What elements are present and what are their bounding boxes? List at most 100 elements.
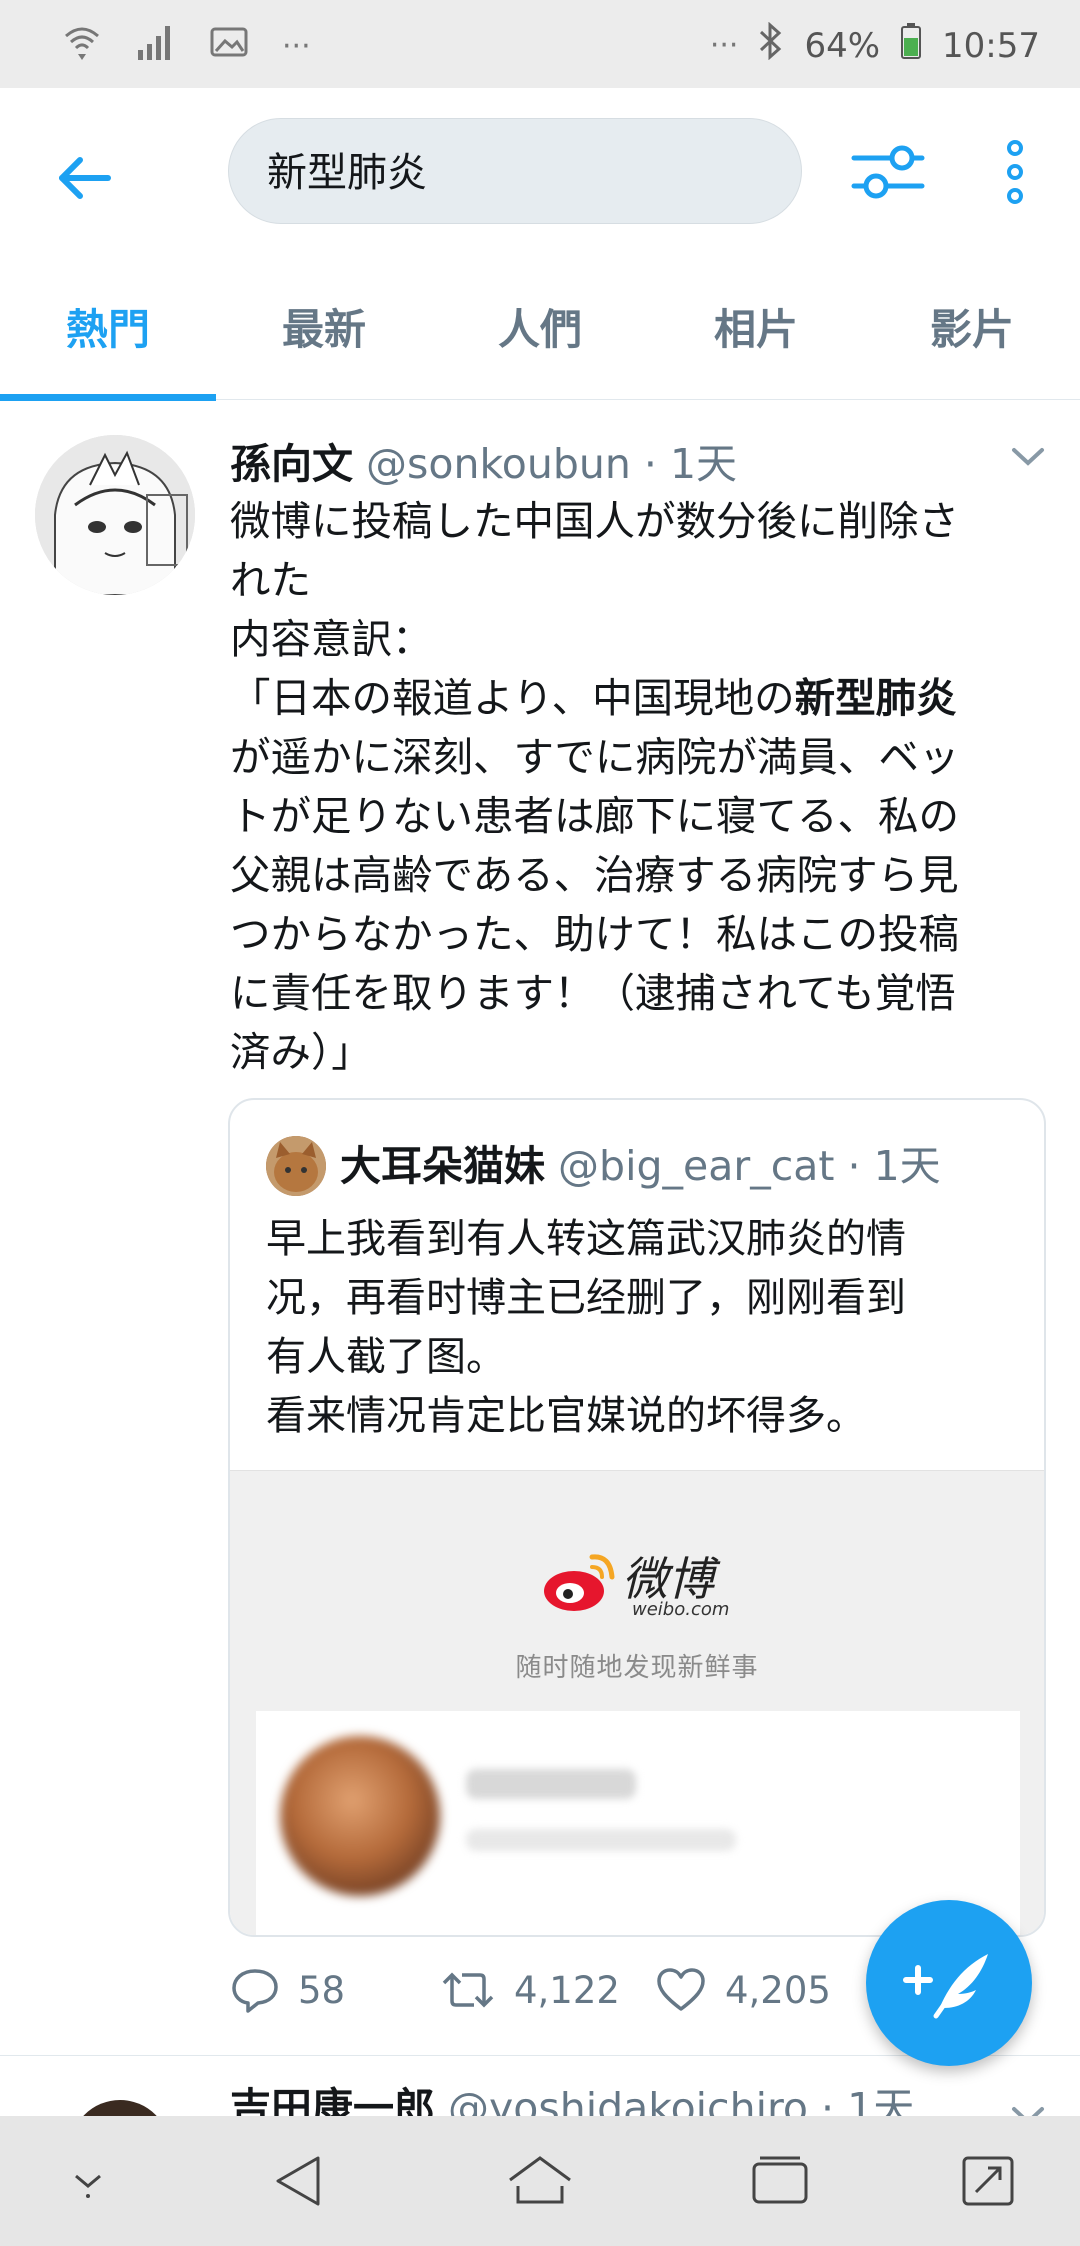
- battery-icon: [900, 22, 922, 69]
- more-dots-icon: ···: [282, 29, 311, 64]
- author-handle[interactable]: @sonkoubun: [366, 440, 631, 488]
- signal-icon: [136, 22, 176, 71]
- search-field[interactable]: [228, 118, 802, 224]
- compose-quill-icon: [903, 1954, 988, 2019]
- tab-photos[interactable]: 相片: [648, 253, 864, 399]
- search-filter-button[interactable]: [850, 138, 930, 208]
- like-button[interactable]: 4,205: [655, 1965, 831, 2015]
- tweet-line-text: 「日本の報道より、中国現地の: [230, 674, 795, 722]
- tab-label: 熱門: [65, 304, 150, 354]
- status-bar: ··· ··· 64% 10:57: [0, 0, 1080, 88]
- chevron-down-icon: [1012, 448, 1044, 466]
- heart-icon: [657, 1968, 705, 2011]
- hide-nav-button[interactable]: [48, 2146, 128, 2216]
- quoted-line: 有人截了图。: [266, 1334, 506, 1380]
- screen-rotate-button[interactable]: [948, 2146, 1028, 2216]
- quoted-text: 早上我看到有人转这篇武汉肺炎的情 况，再看时博主已经删了，刚刚看到 有人截了图。…: [266, 1210, 1026, 1446]
- quoted-media[interactable]: 微博 weibo.com 随时随地发现新鲜事: [230, 1470, 1044, 1935]
- weibo-eye-icon: [544, 1554, 615, 1611]
- chevron-down-icon[interactable]: [1010, 2104, 1046, 2116]
- search-input[interactable]: [265, 145, 749, 193]
- quoted-tweet[interactable]: 大耳朵猫妹 @big_ear_cat · 1天 早上我看到有人转这篇武汉肺炎的情…: [228, 1098, 1046, 1937]
- separator: ·: [847, 1142, 861, 1190]
- tab-label: 人們: [497, 304, 582, 354]
- blurred-username: [466, 1769, 636, 1799]
- tweet-line: 済み）」: [230, 1028, 372, 1076]
- arrow-left-icon: [59, 157, 111, 199]
- battery-percent: 64%: [804, 25, 881, 66]
- retweet-button[interactable]: 4,122: [440, 1965, 620, 2015]
- tab-latest[interactable]: 最新: [216, 253, 432, 399]
- system-nav-bar: [0, 2116, 1080, 2246]
- tweet-time: 1天: [847, 2084, 915, 2116]
- back-button[interactable]: [50, 143, 120, 213]
- tweet-line: 「日本の報道より、中国現地の新型肺炎: [230, 669, 1050, 728]
- quoted-time: 1天: [873, 1142, 941, 1190]
- tweet-line: 内容意訳：: [230, 615, 433, 663]
- cat-avatar-icon: [266, 1136, 326, 1196]
- app-bar: [0, 88, 1080, 253]
- tab-label: 最新: [281, 304, 366, 354]
- tweet-line: が遥かに深刻、すでに病院が満員、ベッ: [230, 733, 960, 781]
- blurred-avatar: [280, 1736, 440, 1896]
- compose-tweet-button[interactable]: [866, 1900, 1032, 2066]
- nav-back-button[interactable]: [260, 2146, 340, 2216]
- search-highlight: 新型肺炎: [794, 674, 957, 722]
- retweet-icon: [442, 1972, 494, 2008]
- sliders-icon: [851, 145, 925, 199]
- avatar[interactable]: [70, 2100, 170, 2116]
- author-handle[interactable]: @yoshidakoichiro: [448, 2084, 808, 2116]
- tweet-line: つからなかった、助けて！私はこの投稿: [230, 910, 959, 958]
- chevron-down-icon: [75, 2174, 101, 2198]
- tweet-line: に責任を取ります！（逮捕されても覚悟: [230, 969, 956, 1017]
- tweet-line: 微博に投稿した中国人が数分後に削除さ: [230, 497, 959, 545]
- tweet-header: 孫向文 @sonkoubun · 1天: [230, 430, 737, 490]
- tweet-line: トが足りない患者は廊下に寝てる、私の: [230, 792, 959, 840]
- search-tabs: 熱門 最新 人們 相片 影片: [0, 253, 1080, 401]
- quoted-line: 早上我看到有人转这篇武汉肺炎的情: [266, 1216, 906, 1262]
- tweet-line: れた: [230, 556, 311, 604]
- manga-avatar-icon: [35, 435, 195, 595]
- quoted-line: 看来情况肯定比官媒说的坏得多。: [266, 1393, 866, 1439]
- tweet-header: 吉田康一郎 @yoshidakoichiro · 1天: [230, 2074, 914, 2116]
- quoted-header: 大耳朵猫妹 @big_ear_cat · 1天: [340, 1132, 941, 1192]
- reply-button[interactable]: 58: [230, 1965, 345, 2015]
- tab-people[interactable]: 人們: [432, 253, 648, 399]
- weibo-logo: 微博 weibo.com: [540, 1541, 760, 1621]
- triangle-back-icon: [276, 2156, 320, 2206]
- author-name[interactable]: 吉田康一郎: [230, 2084, 435, 2116]
- image-icon: [210, 25, 248, 68]
- tab-top[interactable]: 熱門: [0, 253, 216, 399]
- tab-videos[interactable]: 影片: [864, 253, 1080, 399]
- more-dots-icon: ···: [709, 28, 739, 63]
- tweet[interactable]: 孫向文 @sonkoubun · 1天 微博に投稿した中国人が数分後に削除さ れ…: [0, 400, 1080, 2056]
- vertical-dots-icon: [1007, 140, 1023, 204]
- weibo-tagline: 随时随地发现新鲜事: [515, 1653, 759, 1683]
- tweet-menu-button[interactable]: [1010, 445, 1046, 469]
- tweet-line: 父親は高齢である、治療する病院すら見: [230, 851, 959, 899]
- quoted-line: 况，再看时博主已经删了，刚刚看到: [266, 1275, 906, 1321]
- rotate-icon: [962, 2156, 1014, 2206]
- tab-label: 相片: [713, 304, 798, 354]
- tweet-time: 1天: [669, 440, 738, 488]
- more-options-button[interactable]: [990, 138, 1040, 208]
- author-name[interactable]: 孫向文: [230, 440, 353, 488]
- wifi-icon: [62, 22, 102, 71]
- nav-home-button[interactable]: [500, 2146, 580, 2216]
- avatar[interactable]: [35, 435, 195, 595]
- reply-count: 58: [298, 1968, 346, 2012]
- recents-icon: [752, 2156, 808, 2204]
- home-icon: [509, 2156, 571, 2204]
- quoted-author-name: 大耳朵猫妹: [340, 1142, 545, 1190]
- quoted-avatar: [266, 1136, 326, 1196]
- clock: 10:57: [942, 25, 1040, 66]
- separator: ·: [821, 2084, 835, 2116]
- nav-recents-button[interactable]: [740, 2146, 820, 2216]
- weibo-domain: weibo.com: [632, 1599, 730, 1620]
- retweet-count: 4,122: [514, 1968, 620, 2012]
- reply-icon: [232, 1969, 278, 2013]
- quoted-author-handle: @big_ear_cat: [558, 1142, 835, 1190]
- blurred-meta: [466, 1829, 736, 1851]
- like-count: 4,205: [725, 1968, 831, 2012]
- separator: ·: [643, 440, 657, 488]
